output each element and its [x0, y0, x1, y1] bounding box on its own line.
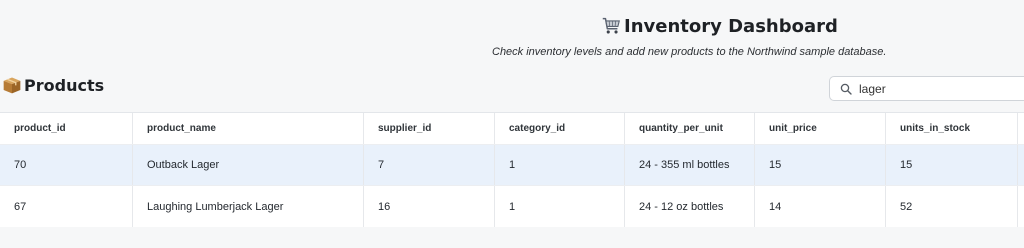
- table-cell[interactable]: 15: [886, 145, 1018, 185]
- search-input[interactable]: [859, 81, 1009, 96]
- table-cell[interactable]: 24 - 12 oz bottles: [625, 186, 755, 227]
- page-title: Inventory Dashboard: [600, 13, 838, 39]
- table-cell[interactable]: Outback Lager: [133, 145, 364, 185]
- page-subtitle: Check inventory levels and add new produ…: [492, 46, 887, 58]
- search-box[interactable]: [829, 76, 1024, 101]
- column-header-category-id[interactable]: category_id: [495, 113, 625, 144]
- table-header-row: product_id product_name supplier_id cate…: [0, 113, 1024, 145]
- section-title: Products: [2, 74, 104, 96]
- shopping-cart-icon: [602, 17, 620, 34]
- column-header-product-id[interactable]: product_id: [0, 113, 133, 144]
- column-header-product-name[interactable]: product_name: [133, 113, 364, 144]
- search-icon: [840, 83, 852, 95]
- section-title-text: Products: [24, 75, 105, 95]
- table-cell-overflow: [1018, 186, 1024, 227]
- column-header-supplier-id[interactable]: supplier_id: [364, 113, 495, 144]
- products-table: product_id product_name supplier_id cate…: [0, 112, 1024, 227]
- column-header-quantity-per-unit[interactable]: quantity_per_unit: [625, 113, 755, 144]
- table-cell[interactable]: 15: [755, 145, 886, 185]
- app-header: Inventory Dashboard Check inventory leve…: [0, 0, 1024, 72]
- table-cell-overflow: [1018, 145, 1024, 185]
- table-cell[interactable]: 52: [886, 186, 1018, 227]
- page-title-text: Inventory Dashboard: [624, 15, 838, 37]
- column-header-units-in-stock[interactable]: units_in_stock: [886, 113, 1018, 144]
- package-box-icon: [3, 77, 21, 94]
- table-row[interactable]: 67 Laughing Lumberjack Lager 16 1 24 - 1…: [0, 186, 1024, 227]
- table-cell[interactable]: 1: [495, 145, 625, 185]
- table-cell[interactable]: 14: [755, 186, 886, 227]
- table-cell[interactable]: 1: [495, 186, 625, 227]
- table-row[interactable]: 70 Outback Lager 7 1 24 - 355 ml bottles…: [0, 145, 1024, 186]
- table-cell[interactable]: 67: [0, 186, 133, 227]
- table-cell[interactable]: 7: [364, 145, 495, 185]
- table-cell[interactable]: Laughing Lumberjack Lager: [133, 186, 364, 227]
- table-cell[interactable]: 16: [364, 186, 495, 227]
- column-header-unit-price[interactable]: unit_price: [755, 113, 886, 144]
- table-cell[interactable]: 70: [0, 145, 133, 185]
- table-cell[interactable]: 24 - 355 ml bottles: [625, 145, 755, 185]
- column-header-overflow: [1018, 113, 1024, 144]
